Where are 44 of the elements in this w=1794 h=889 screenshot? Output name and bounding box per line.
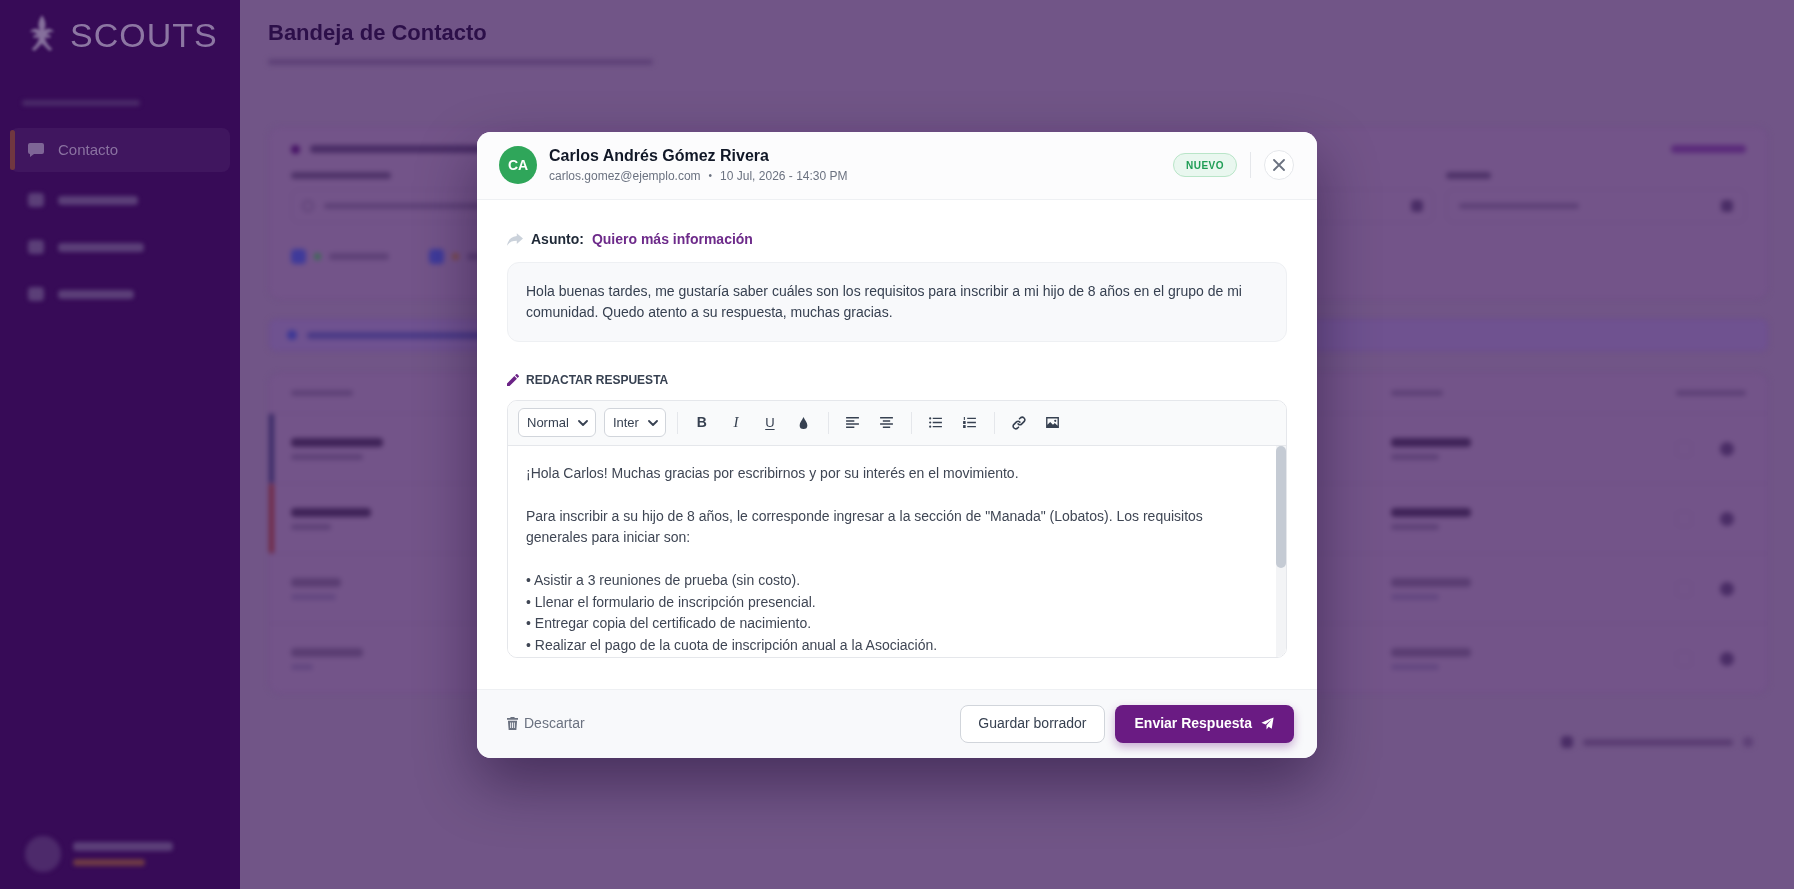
- droplet-icon: [799, 416, 809, 429]
- toolbar-dropdown[interactable]: Inter: [603, 408, 666, 437]
- logo-text: SCOUTS: [70, 18, 218, 52]
- subject-label: Asunto:: [531, 230, 584, 249]
- separator-dot: •: [708, 169, 713, 183]
- reply-list-line: • Entregar copia del certificado de nacimiento.: [526, 614, 812, 633]
- status-badge: NUEVO: [1172, 153, 1237, 177]
- reply-paragraph: Para inscribir a su hijo de 8 años, le corresponde ingresar a la sección de "Manada" (Lobatos). Los requisitos generales para iniciar son:: [526, 506, 1204, 547]
- reply-list-line: • Realizar el pago de la cuota de inscripción anual a la Asociación.: [526, 635, 938, 655]
- message-date: 10 Jul, 2026 - 14:30 PM: [720, 168, 848, 184]
- send-icon: [1261, 717, 1274, 730]
- chevron-down-icon: [647, 419, 658, 426]
- align-center-icon: [880, 417, 894, 428]
- reply-list-line: • Llenar el formulario de inscripción presencial.: [526, 592, 816, 612]
- save-draft-button[interactable]: Guardar borrador: [960, 704, 1105, 743]
- avatar: CA: [499, 146, 537, 184]
- page-title: Bandeja de Contacto: [268, 19, 487, 47]
- numbered-list-icon: [963, 417, 977, 428]
- discard-button[interactable]: Descartar: [507, 713, 585, 734]
- reply-editor-field[interactable]: [508, 445, 1286, 657]
- pencil-icon: [507, 373, 519, 386]
- link-icon: [1011, 415, 1026, 430]
- sender-email: carlos.gomez@ejemplo.com: [549, 168, 701, 184]
- bold-button[interactable]: B: [688, 409, 715, 436]
- section-heading: REDACTAR RESPUESTA: [526, 371, 669, 389]
- reply-list-line: • Asistir a 3 reuniones de prueba (sin costo).: [526, 571, 801, 590]
- align-left-icon: [846, 417, 860, 428]
- underline-button[interactable]: U: [756, 409, 783, 436]
- close-icon: [1273, 159, 1285, 171]
- chat-bubble-icon: [28, 143, 44, 157]
- message-text: Hola buenas tardes, me gustaría saber cuáles son los requisitos para inscribir a mi hijo de 8 años en el grupo de mi comunidad. Quedo atento a su respuesta, muchas gracias.: [526, 281, 1243, 322]
- trash-icon: [507, 717, 518, 730]
- chevron-down-icon: [577, 419, 588, 426]
- subject-text: Quiero más información: [591, 230, 753, 249]
- toolbar-dropdown[interactable]: Normal: [518, 408, 596, 437]
- bullet-list-icon: [929, 417, 943, 428]
- image-icon: [1046, 417, 1060, 428]
- reply-paragraph: ¡Hola Carlos! Muchas gracias por escribirnos y por su interés en el movimiento.: [526, 463, 1020, 483]
- italic-button[interactable]: I: [722, 409, 749, 436]
- reply-arrow-icon: [507, 233, 523, 246]
- sender-name: Carlos Andrés Gómez Rivera: [549, 146, 769, 166]
- close-button[interactable]: [1264, 150, 1294, 180]
- send-reply-button[interactable]: Enviar Respuesta: [1114, 704, 1294, 743]
- scrollbar-thumb[interactable]: [1276, 445, 1286, 568]
